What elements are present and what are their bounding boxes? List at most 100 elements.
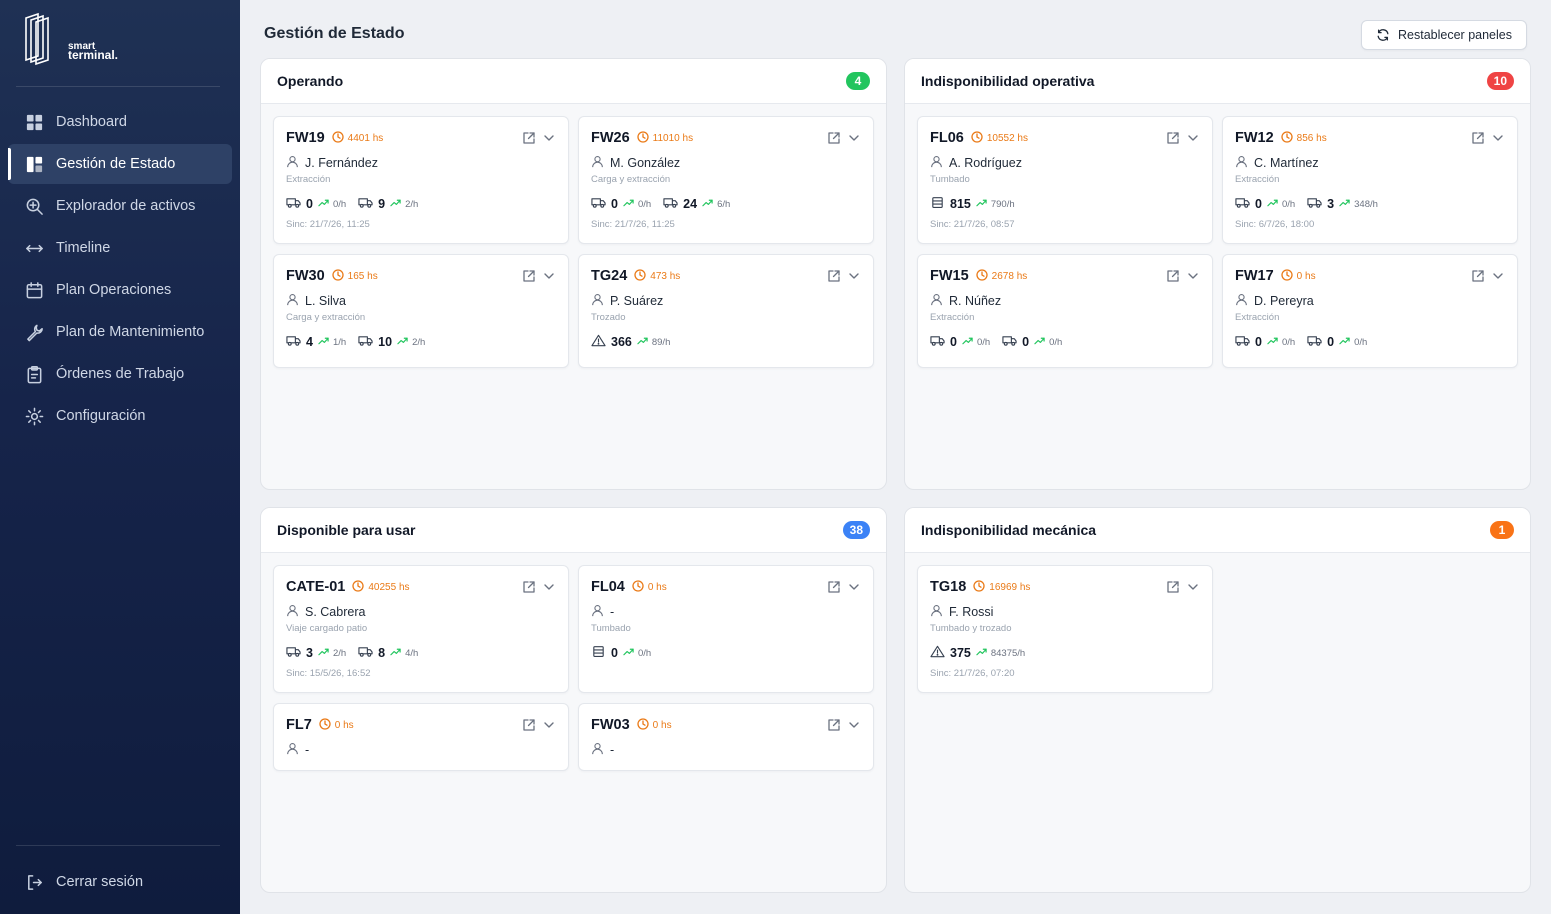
- chevron-down-icon[interactable]: [841, 718, 861, 737]
- grid-icon: [24, 112, 44, 132]
- metric: 375 84375/h: [930, 645, 1025, 661]
- asset-card[interactable]: FW15 2678 hs R. Núñez Extracción 0 0/h 0 0/h: [917, 254, 1213, 368]
- metric-value: 0: [1255, 197, 1262, 211]
- chevron-down-icon[interactable]: [841, 269, 861, 288]
- external-link-icon[interactable]: [821, 718, 841, 737]
- external-link-icon[interactable]: [516, 131, 536, 150]
- task-label: Extracción: [1235, 312, 1280, 323]
- logo-mark-icon: [25, 12, 49, 66]
- hours-counter: 4401 hs: [332, 130, 383, 146]
- sidebar-item-configuracion[interactable]: Configuración: [8, 396, 232, 436]
- asset-card[interactable]: FW17 0 hs D. Pereyra Extracción 0 0/h 0 0/h: [1222, 254, 1518, 368]
- operator: A. Rodríguez: [930, 155, 1022, 171]
- asset-card[interactable]: FL06 10552 hs A. Rodríguez Tumbado 815 790/h S…: [917, 116, 1213, 244]
- trend-up-icon: [1262, 335, 1282, 349]
- asset-card[interactable]: FL04 0 hs - Tumbado 0 0/h: [578, 565, 874, 693]
- user-icon: [1235, 155, 1254, 171]
- chevron-down-icon[interactable]: [1180, 580, 1200, 599]
- external-link-icon[interactable]: [1160, 131, 1180, 150]
- card-header: FW15 2678 hs: [930, 268, 1027, 284]
- chevron-down-icon[interactable]: [536, 580, 556, 599]
- logout-icon: [24, 872, 44, 892]
- chevron-down-icon[interactable]: [1485, 131, 1505, 150]
- truck-icon: [930, 334, 950, 350]
- metric-rate: 2/h: [412, 336, 426, 348]
- asset-card[interactable]: TG18 16969 hs F. Rossi Tumbado y trozado 375…: [917, 565, 1213, 693]
- clock-icon: [332, 268, 348, 284]
- trend-up-icon: [1029, 335, 1049, 349]
- sidebar-item-timeline[interactable]: Timeline: [8, 228, 232, 268]
- external-link-icon[interactable]: [516, 718, 536, 737]
- user-icon: [286, 742, 305, 758]
- external-link-icon[interactable]: [1465, 269, 1485, 288]
- metric: 815 790/h: [930, 196, 1015, 212]
- metrics-row: 366 89/h: [591, 334, 682, 350]
- sun-gear-icon: [24, 406, 44, 426]
- trend-up-icon: [392, 335, 412, 349]
- truck-icon: [358, 196, 378, 212]
- card-header: FL7 0 hs: [286, 717, 354, 733]
- chevron-down-icon[interactable]: [1180, 269, 1200, 288]
- asset-id: FL06: [930, 130, 964, 146]
- external-link-icon[interactable]: [821, 580, 841, 599]
- sidebar-item-dashboard[interactable]: Dashboard: [8, 102, 232, 142]
- metric-value: 10: [378, 335, 393, 349]
- sidebar-item-label: Configuración: [56, 408, 146, 424]
- chevron-down-icon[interactable]: [536, 131, 556, 150]
- truck-icon: [1235, 334, 1255, 350]
- reset-panels-button[interactable]: Restablecer paneles: [1361, 20, 1527, 50]
- asset-card[interactable]: FW30 165 hs L. Silva Carga y extracción 4 1/h…: [273, 254, 569, 368]
- brand-logo[interactable]: smart terminal.: [22, 12, 118, 68]
- external-link-icon[interactable]: [516, 580, 536, 599]
- chevron-down-icon[interactable]: [841, 580, 861, 599]
- user-icon: [1235, 293, 1254, 309]
- metric-value: 375: [950, 646, 971, 660]
- hours-value: 0 hs: [1296, 270, 1316, 282]
- chevron-down-icon[interactable]: [841, 131, 861, 150]
- clock-icon: [973, 579, 989, 595]
- hours-value: 473 hs: [650, 270, 681, 282]
- arrows-horizontal-icon: [24, 238, 44, 258]
- hours-value: 16969 hs: [989, 581, 1031, 593]
- sidebar-item-explorador-de-activos[interactable]: Explorador de activos: [8, 186, 232, 226]
- logout-button[interactable]: Cerrar sesión: [8, 862, 232, 902]
- hours-counter: 16969 hs: [973, 579, 1031, 595]
- asset-card[interactable]: CATE-01 40255 hs S. Cabrera Viaje cargado p…: [273, 565, 569, 693]
- asset-card[interactable]: FW12 856 hs C. Martínez Extracción 0 0/h 3 348/…: [1222, 116, 1518, 244]
- sidebar-item-gestion-de-estado[interactable]: Gestión de Estado: [8, 144, 232, 184]
- asset-card[interactable]: FW26 11010 hs M. González Carga y extracció…: [578, 116, 874, 244]
- truck-icon: [286, 334, 306, 350]
- chevron-down-icon[interactable]: [1485, 269, 1505, 288]
- chevron-down-icon[interactable]: [536, 718, 556, 737]
- asset-card[interactable]: FL7 0 hs -: [273, 703, 569, 771]
- asset-card[interactable]: TG24 473 hs P. Suárez Trozado 366 89/h: [578, 254, 874, 368]
- external-link-icon[interactable]: [1160, 269, 1180, 288]
- sidebar-item-plan-operaciones[interactable]: Plan Operaciones: [8, 270, 232, 310]
- hours-value: 0 hs: [647, 581, 667, 593]
- panel-header: Indisponibilidad operativa 10: [905, 59, 1530, 104]
- chevron-down-icon[interactable]: [536, 269, 556, 288]
- external-link-icon[interactable]: [516, 269, 536, 288]
- trend-up-icon: [385, 197, 405, 211]
- operator-name: M. González: [610, 156, 681, 170]
- refresh-icon: [1377, 29, 1389, 41]
- external-link-icon[interactable]: [1465, 131, 1485, 150]
- metrics-row: 4 1/h 10 2/h: [286, 334, 437, 350]
- card-header: FL06 10552 hs: [930, 130, 1028, 146]
- metric: 0 0/h: [1002, 334, 1062, 350]
- sidebar-item-ordenes-de-trabajo[interactable]: Órdenes de Trabajo: [8, 354, 232, 394]
- operator-name: F. Rossi: [949, 605, 994, 619]
- external-link-icon[interactable]: [821, 131, 841, 150]
- external-link-icon[interactable]: [821, 269, 841, 288]
- metric-rate: 1/h: [332, 336, 347, 348]
- trend-up-icon: [697, 197, 717, 211]
- panel-title: Indisponibilidad mecánica: [921, 522, 1097, 538]
- sidebar-item-plan-de-mantenimiento[interactable]: Plan de Mantenimiento: [8, 312, 232, 352]
- panel-header: Operando 4: [261, 59, 886, 104]
- asset-id: FW12: [1235, 130, 1274, 146]
- asset-card[interactable]: FW03 0 hs -: [578, 703, 874, 771]
- card-header: FW30 165 hs: [286, 268, 378, 284]
- external-link-icon[interactable]: [1160, 580, 1180, 599]
- asset-card[interactable]: FW19 4401 hs J. Fernández Extracción 0 0/h 9 2/…: [273, 116, 569, 244]
- chevron-down-icon[interactable]: [1180, 131, 1200, 150]
